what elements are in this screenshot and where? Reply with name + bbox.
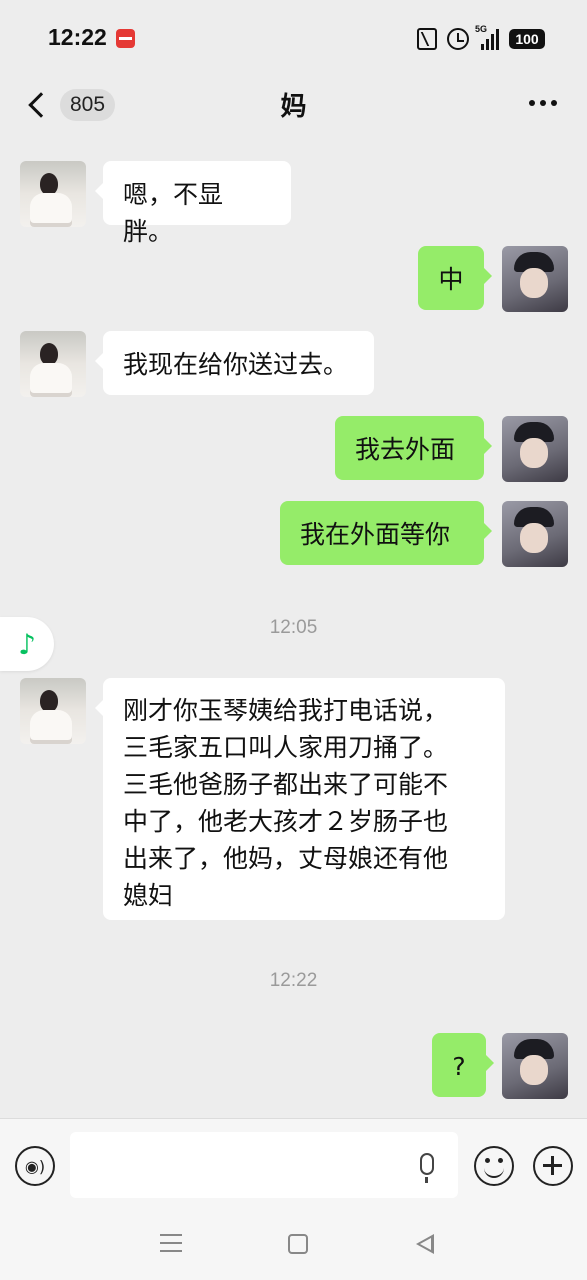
my-avatar[interactable] — [502, 246, 568, 312]
more-icon — [529, 100, 535, 106]
outgoing-message[interactable]: ? — [432, 1033, 494, 1097]
message-input[interactable] — [70, 1132, 458, 1198]
message-line: 媳妇 — [123, 881, 174, 910]
incoming-message[interactable]: 我现在给你送过去。 — [95, 331, 374, 395]
message-line: 三毛家五口叫人家用刀捅了。 — [123, 733, 449, 762]
alarm-icon — [447, 28, 469, 50]
voice-icon: ◉) — [24, 1156, 46, 1176]
more-functions-button[interactable] — [533, 1146, 573, 1186]
message-text: ? — [452, 1052, 466, 1081]
incoming-message[interactable]: 嗯，不显胖。 — [95, 161, 291, 246]
message-text: 中 — [438, 265, 464, 294]
message-text: 嗯，不显胖。 — [123, 180, 224, 246]
battery-indicator: 100 — [509, 29, 545, 49]
status-time: 12:22 — [48, 24, 107, 50]
chat-header: 805 妈 — [0, 76, 587, 134]
message-line: 出来了，他妈，丈母娘还有他 — [123, 844, 449, 873]
message-text: 我现在给你送过去。 — [123, 350, 349, 379]
message-text: 我在外面等你 — [300, 520, 451, 549]
network-type: 5G — [475, 24, 488, 34]
my-avatar[interactable] — [502, 1033, 568, 1099]
chat-screen: 12:22 5G 100 805 妈 嗯，不显胖。 中 我现在给你送过去。 我去… — [0, 0, 587, 1280]
message-input-bar: ◉) — [0, 1118, 587, 1214]
nav-home-icon[interactable] — [288, 1234, 308, 1254]
incoming-message[interactable]: 刚才你玉琴姨给我打电话说， 三毛家五口叫人家用刀捅了。 三毛他爸肠子都出来了可能… — [95, 678, 505, 920]
outgoing-message[interactable]: 我去外面 — [335, 416, 492, 480]
nfc-icon — [417, 28, 437, 50]
app-notification-icon — [116, 29, 135, 48]
voice-input-button[interactable]: ◉) — [15, 1146, 55, 1186]
message-line: 刚才你玉琴姨给我打电话说， — [123, 696, 449, 725]
outgoing-message[interactable]: 我在外面等你 — [280, 501, 492, 565]
status-bar: 12:22 5G 100 — [0, 0, 587, 76]
outgoing-message[interactable]: 中 — [418, 246, 492, 310]
contact-avatar[interactable] — [20, 331, 86, 397]
my-avatar[interactable] — [502, 416, 568, 482]
system-nav-bar — [0, 1214, 587, 1280]
message-line: 中了，他老大孩才２岁肠子也 — [123, 807, 449, 836]
message-line: 三毛他爸肠子都出来了可能不 — [123, 770, 449, 799]
contact-avatar[interactable] — [20, 161, 86, 227]
signal-icon: 5G — [475, 24, 499, 50]
message-text: 我去外面 — [355, 435, 456, 464]
chat-title: 妈 — [280, 92, 307, 122]
nav-menu-icon[interactable] — [160, 1234, 182, 1252]
timestamp: 12:05 — [269, 617, 318, 638]
nav-back-icon[interactable] — [416, 1234, 434, 1254]
my-avatar[interactable] — [502, 501, 568, 567]
microphone-icon[interactable] — [420, 1153, 434, 1183]
status-indicators: 5G 100 — [417, 24, 545, 53]
timestamp: 12:22 — [269, 970, 318, 991]
contact-avatar[interactable] — [20, 678, 86, 744]
emoji-button[interactable] — [474, 1146, 514, 1186]
more-options-button[interactable] — [529, 100, 557, 106]
